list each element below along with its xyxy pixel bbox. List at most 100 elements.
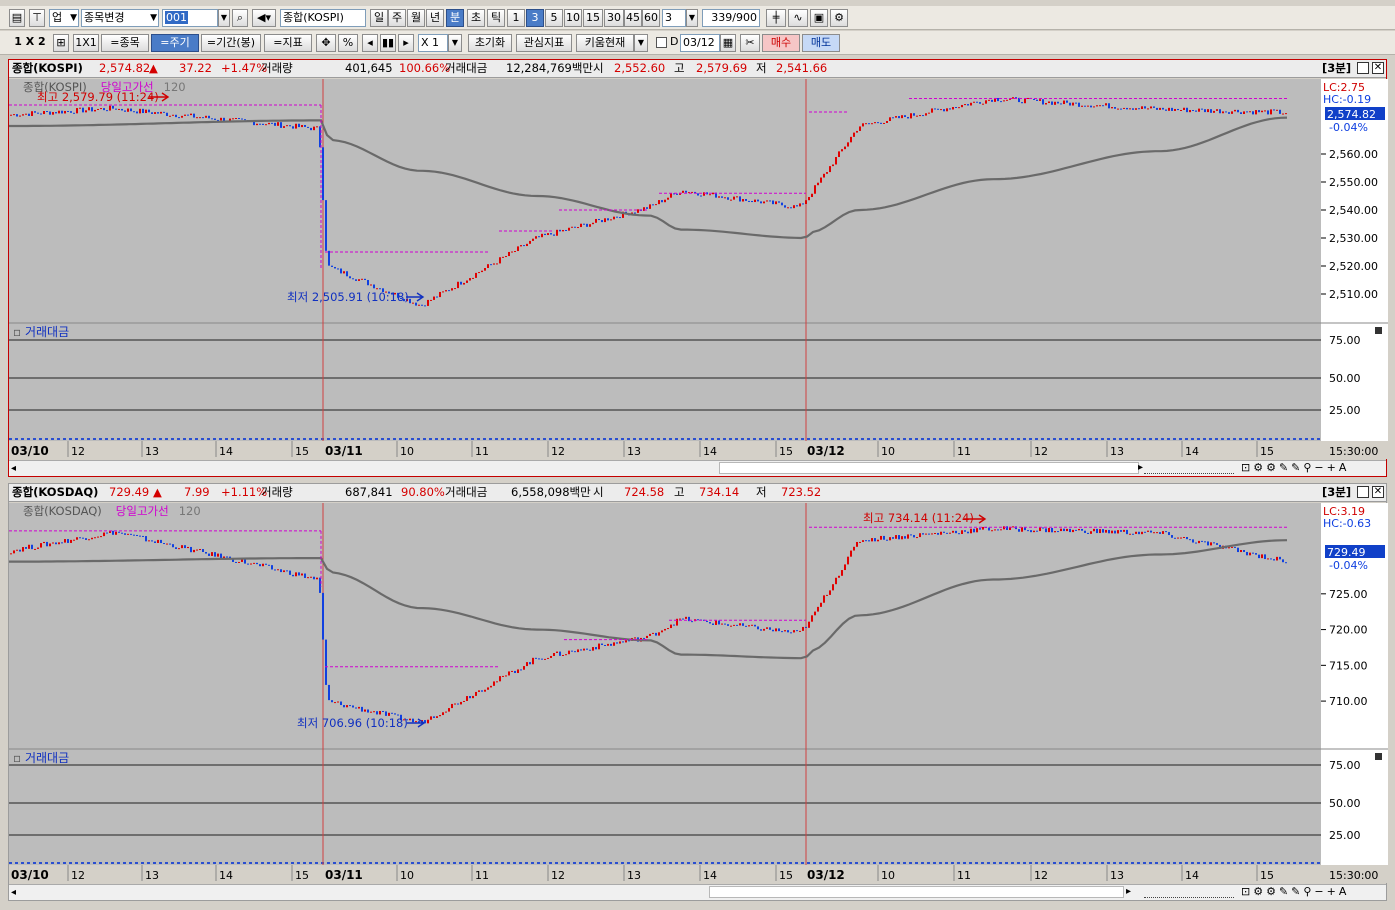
window-menu-icon[interactable]: ▤ [9, 9, 25, 27]
grid-icon[interactable]: ⊞ [53, 34, 69, 52]
date-field[interactable]: 03/12 [680, 34, 720, 52]
speaker-icon[interactable]: ◀▾ [252, 9, 276, 27]
interval-3-button[interactable]: 10 [564, 9, 582, 27]
date-label: 03/11 [325, 868, 363, 882]
scroll-thumb[interactable] [719, 462, 1139, 474]
chart-scrollbar[interactable]: ◂ ▸ ⊡⚙⚙✎✎⚲−+A [9, 460, 1386, 476]
candle [481, 270, 483, 273]
bar-count-field[interactable]: 339/900 [702, 9, 760, 27]
period-0-button[interactable]: 일 [370, 9, 388, 27]
interval-7-button[interactable]: 60 [642, 9, 660, 27]
scroll-left-arrow-icon[interactable]: ◂ [11, 463, 16, 474]
price-chart[interactable]: 75.00 50.00 25.00 03/10 03/11 03/12 12 13 14 15 10… [9, 503, 1388, 883]
candle [829, 590, 831, 595]
save-icon[interactable]: ▣ [810, 9, 828, 27]
interval-2-button[interactable]: 5 [545, 9, 563, 27]
chart-tool-icons[interactable]: ⊡⚙⚙✎✎⚲−+A [1241, 885, 1349, 898]
candle [10, 114, 12, 116]
period-3-button[interactable]: 년 [426, 9, 444, 27]
candle [1222, 111, 1224, 114]
candle [211, 552, 213, 556]
calendar-icon[interactable]: ▦ [720, 34, 736, 52]
candle [757, 199, 759, 202]
percent-button[interactable]: % [338, 34, 358, 52]
interval-0-button[interactable]: 1 [507, 9, 525, 27]
chart-panel-0[interactable]: 종합(KOSPI) 2,574.82 ▲ 37.22 +1.47% 거래량 40… [8, 59, 1388, 477]
pin-icon[interactable]: ⊤ [29, 9, 45, 27]
candle [730, 625, 732, 627]
pause-icon[interactable]: ▮▮ [380, 34, 396, 52]
maximize-icon[interactable] [1357, 486, 1369, 498]
scroll-left-arrow-icon[interactable]: ◂ [11, 887, 16, 898]
candle [115, 108, 117, 110]
gear-icon[interactable]: ⚙ [830, 9, 848, 27]
line-type-icon[interactable]: ∿ [788, 9, 808, 27]
chart-panel-1[interactable]: 종합(KOSDAQ) 729.49 ▲ 7.99 +1.11% 거래량 687,… [8, 483, 1388, 901]
sell-button[interactable]: 매도 [802, 34, 840, 52]
market-select[interactable]: 업 ▼ [49, 9, 79, 27]
reset-button[interactable]: 초기화 [468, 34, 512, 52]
scroll-left-icon[interactable]: ◂ [362, 34, 378, 52]
candle [484, 268, 486, 271]
interval-5-button[interactable]: 30 [604, 9, 624, 27]
maximize-icon[interactable] [1357, 62, 1369, 74]
candle [934, 108, 936, 110]
interval-4-button[interactable]: 15 [583, 9, 603, 27]
scroll-right-arrow-icon[interactable]: ▸ [1138, 462, 1143, 473]
candle [1126, 107, 1128, 110]
interval-value: 3 [665, 11, 672, 24]
candle [568, 650, 570, 655]
code-change-select[interactable]: 종목변경 ▼ [81, 9, 159, 27]
period-2-button[interactable]: 월 [407, 9, 425, 27]
interval-dropdown-button[interactable]: ▼ [686, 9, 698, 27]
sync-code-button[interactable]: =종목 [101, 34, 149, 52]
kiwoom-now-button[interactable]: 키움현재 [576, 34, 634, 52]
interval-6-button[interactable]: 45 [624, 9, 642, 27]
period-4-button[interactable]: 분 [446, 9, 464, 27]
interval-1-button[interactable]: 3 [526, 9, 544, 27]
close-icon[interactable]: ✕ [1372, 486, 1384, 498]
scroll-right-icon[interactable]: ▸ [398, 34, 414, 52]
buy-button[interactable]: 매수 [762, 34, 800, 52]
code-dropdown-button[interactable]: ▼ [218, 9, 230, 27]
volume-percent: 100.66% [399, 61, 451, 75]
candle [1132, 533, 1134, 535]
candle [1267, 110, 1269, 115]
candle-type-icon[interactable]: ╪ [766, 9, 786, 27]
chart-scrollbar[interactable]: ◂ ▸ ⊡⚙⚙✎✎⚲−+A [9, 884, 1386, 900]
candle [508, 671, 510, 676]
close-icon[interactable]: ✕ [1372, 62, 1384, 74]
high-marker: 최고 2,579.79 (11:24) [37, 90, 159, 104]
period-1-button[interactable]: 주 [388, 9, 406, 27]
d-checkbox[interactable] [656, 37, 667, 48]
chart-tool-icons[interactable]: ⊡⚙⚙✎✎⚲−+A [1241, 461, 1349, 474]
period-6-button[interactable]: 틱 [487, 9, 505, 27]
kiwoom-dropdown-button[interactable]: ▼ [634, 34, 648, 52]
code-input[interactable]: 001 [162, 9, 218, 27]
crosshair-icon[interactable]: ✥ [316, 34, 336, 52]
price-chart[interactable]: 75.00 50.00 25.00 03/10 03/11 03/12 12 13 14 15 10… [9, 79, 1388, 459]
candle [43, 111, 45, 115]
scissors-icon[interactable]: ✂ [740, 34, 760, 52]
interval-input[interactable]: 3 [662, 9, 686, 27]
candle [124, 533, 126, 535]
candle [145, 536, 147, 542]
zoom-dropdown-button[interactable]: ▼ [448, 34, 462, 52]
candle [1189, 539, 1191, 541]
sync-period-button[interactable]: =주기 [151, 34, 199, 52]
sync-range-button[interactable]: =기간(봉) [201, 34, 261, 52]
candle [1168, 532, 1170, 536]
layout-1x1-button[interactable]: 1X1 [73, 34, 99, 52]
scroll-right-arrow-icon[interactable]: ▸ [1126, 886, 1131, 897]
zoom-field[interactable]: X 1 [418, 34, 448, 52]
candle [1171, 535, 1173, 538]
watch-indicator-button[interactable]: 관심지표 [516, 34, 572, 52]
zoom-slider[interactable] [1144, 462, 1234, 474]
candle [412, 302, 414, 304]
period-5-button[interactable]: 초 [467, 9, 485, 27]
search-icon[interactable]: ⌕ [232, 9, 248, 27]
zoom-slider[interactable] [1144, 886, 1234, 898]
candle [532, 238, 534, 241]
sync-indicator-button[interactable]: =지표 [264, 34, 312, 52]
scroll-thumb[interactable] [709, 886, 1124, 898]
